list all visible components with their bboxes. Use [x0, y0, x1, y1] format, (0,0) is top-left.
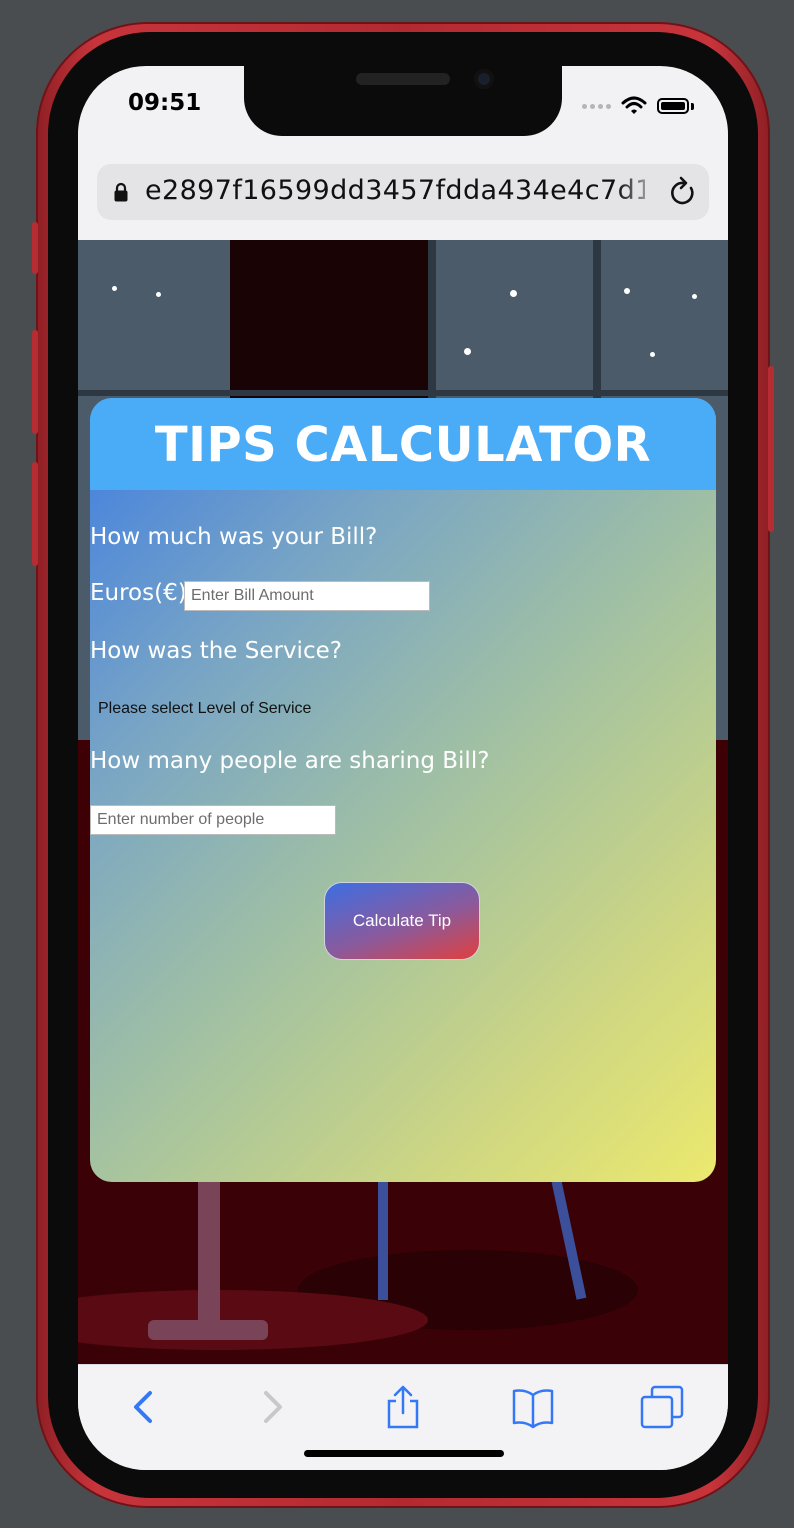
reload-icon[interactable] — [667, 176, 699, 208]
app-title: TIPS CALCULATOR — [90, 398, 716, 490]
background-stool-leg — [198, 1180, 220, 1330]
power-button — [768, 366, 774, 532]
volume-up-button — [32, 330, 38, 434]
wifi-icon — [621, 96, 647, 114]
bookmarks-icon[interactable] — [511, 1385, 555, 1429]
star — [650, 352, 655, 357]
tips-calculator-card: TIPS CALCULATOR How much was your Bill? … — [90, 398, 716, 1182]
star — [156, 292, 161, 297]
back-icon[interactable] — [122, 1385, 166, 1429]
service-question: How was the Service? — [90, 638, 342, 664]
currency-label: Euros(€) — [90, 580, 187, 606]
star — [112, 286, 117, 291]
star — [510, 290, 517, 297]
speaker — [356, 73, 450, 85]
url-fade — [617, 164, 662, 220]
url-text[interactable]: e2897f16599dd3457fdda434e4c7d1( — [145, 175, 645, 206]
status-icons — [582, 96, 694, 116]
people-count-input[interactable] — [90, 805, 336, 835]
screen: 09:51 e2897f16599dd3457fdda434e4c7d1(TI… — [78, 66, 728, 1470]
home-indicator — [304, 1450, 504, 1457]
tabs-icon[interactable] — [640, 1385, 684, 1429]
phone-frame: 09:51 e2897f16599dd3457fdda434e4c7d1(TI… — [32, 22, 774, 1508]
forward-icon — [264, 1391, 282, 1423]
lock-icon — [114, 182, 128, 202]
battery-icon — [657, 98, 689, 114]
window-frame — [78, 390, 728, 396]
mute-switch — [32, 222, 38, 274]
volume-down-button — [32, 462, 38, 566]
calculate-tip-button[interactable]: Calculate Tip — [324, 882, 480, 960]
bill-amount-input[interactable] — [184, 581, 430, 611]
address-bar[interactable]: e2897f16599dd3457fdda434e4c7d1( — [97, 164, 709, 220]
notch — [244, 66, 562, 136]
background-stool-base — [148, 1320, 268, 1340]
camera — [474, 69, 494, 89]
share-icon[interactable] — [381, 1385, 425, 1429]
bill-question: How much was your Bill? — [90, 524, 378, 550]
web-content: TIPS CALCULATOR How much was your Bill? … — [78, 240, 728, 1364]
signal-icon — [582, 103, 611, 109]
background-chair-leg — [378, 1180, 388, 1300]
status-time: 09:51 — [128, 90, 202, 116]
battery-nub — [691, 102, 694, 110]
people-question: How many people are sharing Bill? — [90, 748, 490, 774]
star — [624, 288, 630, 294]
star — [692, 294, 697, 299]
service-level-select[interactable]: Please select Level of Service — [98, 700, 311, 718]
star — [464, 348, 471, 355]
